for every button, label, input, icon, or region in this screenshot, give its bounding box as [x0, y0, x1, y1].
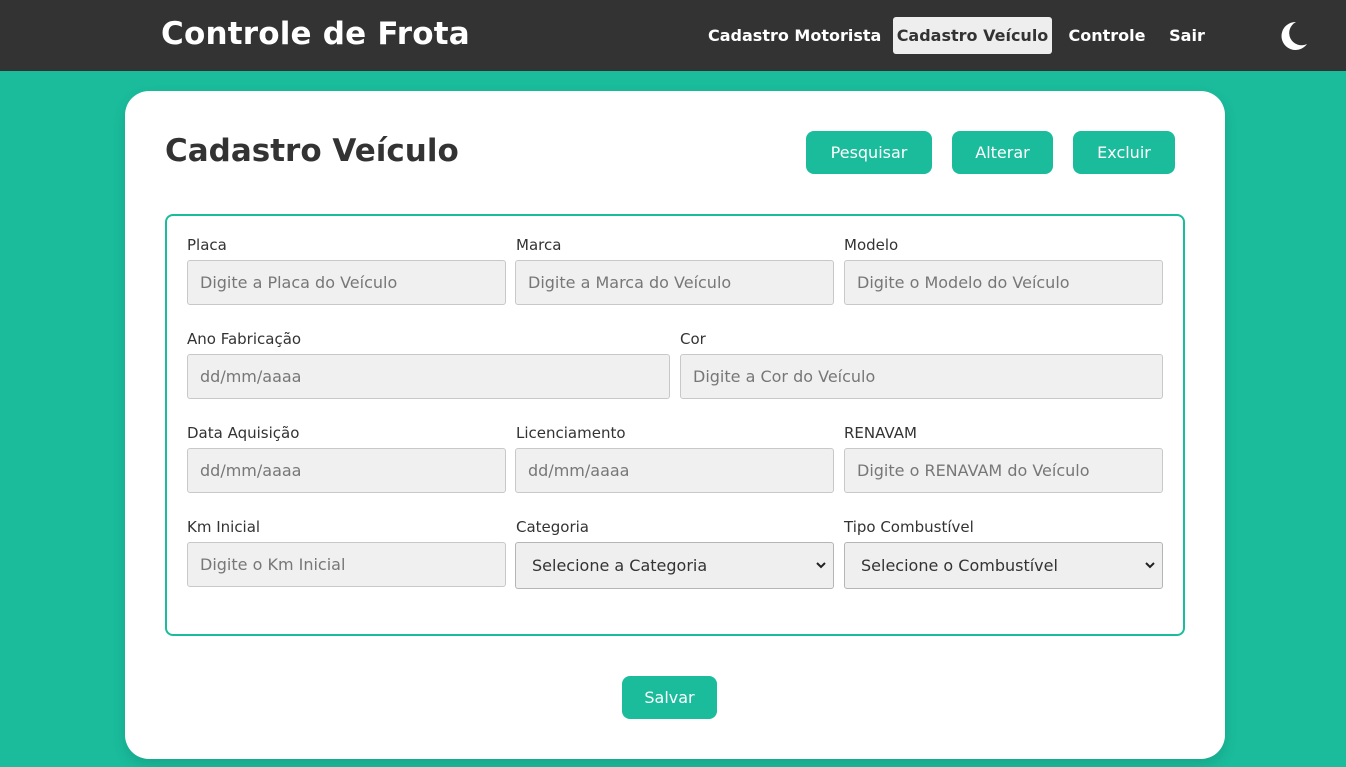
categoria-selected-value: Selecione a Categoria: [532, 556, 708, 575]
renavam-input[interactable]: Digite o RENAVAM do Veículo: [844, 448, 1163, 493]
navbar: Controle de Frota Cadastro Motorista Cad…: [0, 0, 1346, 71]
nav-sair[interactable]: Sair: [1166, 17, 1208, 54]
categoria-select[interactable]: Selecione a Categoria: [515, 542, 834, 589]
ano-fabricacao-label: Ano Fabricação: [187, 330, 302, 348]
tipo-combustivel-select[interactable]: Selecione o Combustível: [844, 542, 1163, 589]
theme-toggle-button[interactable]: [1276, 19, 1310, 53]
marca-label: Marca: [516, 236, 562, 254]
search-button[interactable]: Pesquisar: [806, 131, 932, 174]
data-aquisicao-label: Data Aquisição: [187, 424, 300, 442]
page-title: Cadastro Veículo: [165, 133, 459, 169]
data-aquisicao-input[interactable]: dd/mm/aaaa: [187, 448, 506, 493]
nav-cadastro-motorista[interactable]: Cadastro Motorista: [708, 17, 881, 54]
cor-input[interactable]: Digite a Cor do Veículo: [680, 354, 1163, 399]
chevron-down-icon: [816, 562, 826, 569]
nav-controle[interactable]: Controle: [1066, 17, 1148, 54]
chevron-down-icon: [1145, 562, 1155, 569]
tipo-combustivel-label: Tipo Combustível: [844, 518, 974, 536]
km-inicial-label: Km Inicial: [187, 518, 261, 536]
marca-input[interactable]: Digite a Marca do Veículo: [515, 260, 834, 305]
save-button[interactable]: Salvar: [622, 676, 717, 719]
categoria-label: Categoria: [516, 518, 590, 536]
cor-label: Cor: [680, 330, 706, 348]
nav-cadastro-veiculo[interactable]: Cadastro Veículo: [893, 17, 1052, 54]
ano-fabricacao-input[interactable]: dd/mm/aaaa: [187, 354, 670, 399]
licenciamento-label: Licenciamento: [516, 424, 626, 442]
licenciamento-input[interactable]: dd/mm/aaaa: [515, 448, 834, 493]
km-inicial-input[interactable]: Digite o Km Inicial: [187, 542, 506, 587]
tipo-combustivel-selected-value: Selecione o Combustível: [861, 556, 1058, 575]
modelo-label: Modelo: [844, 236, 899, 254]
brand-title[interactable]: Controle de Frota: [161, 16, 470, 52]
form-fieldset: Placa Digite a Placa do Veículo Marca Di…: [165, 214, 1185, 636]
vehicle-form-card: Cadastro Veículo Pesquisar Alterar Exclu…: [125, 91, 1225, 759]
renavam-label: RENAVAM: [844, 424, 917, 442]
moon-icon: [1281, 21, 1307, 50]
delete-button[interactable]: Excluir: [1073, 131, 1175, 174]
placa-label: Placa: [187, 236, 227, 254]
placa-input[interactable]: Digite a Placa do Veículo: [187, 260, 506, 305]
edit-button[interactable]: Alterar: [952, 131, 1053, 174]
modelo-input[interactable]: Digite o Modelo do Veículo: [844, 260, 1163, 305]
